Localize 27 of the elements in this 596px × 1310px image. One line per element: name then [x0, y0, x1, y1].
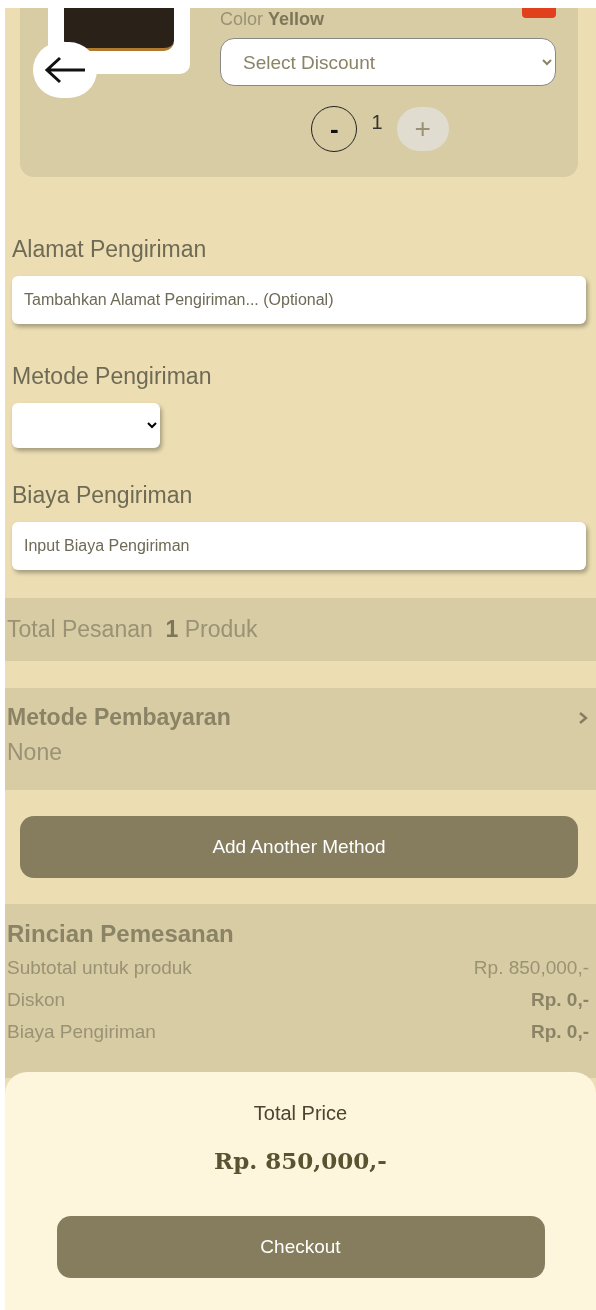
- total-price-amount: Rp. 850,000,-: [214, 1147, 387, 1174]
- order-details-title: Rincian Pemesanan: [7, 920, 235, 948]
- order-total-text: Total Pesanan 1 Produk: [7, 616, 258, 643]
- chevron-right-icon: [578, 711, 588, 724]
- quantity-value: 1: [371, 110, 383, 134]
- total-price-label: Total Price: [253, 1102, 348, 1125]
- increase-button[interactable]: +: [396, 107, 449, 151]
- discount-select[interactable]: Select Discount: [220, 38, 556, 86]
- checkout-button[interactable]: Checkout: [56, 1216, 545, 1278]
- detail-label: Diskon: [7, 988, 66, 1012]
- detail-label: Subtotal untuk produk: [7, 956, 192, 980]
- address-input-field[interactable]: Tambahkan Alamat Pengiriman... (Optional): [12, 276, 586, 324]
- detail-value: Rp. 0,-: [530, 1020, 589, 1044]
- add-method-button[interactable]: Add Another Method: [20, 816, 578, 878]
- payment-method-row[interactable]: Metode Pembayaran None: [5, 688, 596, 790]
- payment-method-value: None: [7, 739, 63, 766]
- detail-value: Rp. 0,-: [530, 988, 589, 1012]
- section-heading: Alamat Pengiriman: [12, 235, 208, 264]
- tag-icon: [522, 8, 556, 18]
- shipping-cost-input-field[interactable]: Input Biaya Pengiriman: [12, 522, 586, 570]
- section-heading: Metode Pengiriman: [12, 362, 213, 391]
- payment-method-label: Metode Pembayaran: [7, 704, 231, 731]
- color-text: Color Yellow: [220, 8, 325, 30]
- detail-label: Biaya Pengiriman: [7, 1020, 156, 1044]
- detail-value: Rp. 850,000,-: [473, 956, 589, 980]
- section-heading: Biaya Pengiriman: [12, 481, 194, 510]
- back-arrow-icon: [43, 55, 87, 85]
